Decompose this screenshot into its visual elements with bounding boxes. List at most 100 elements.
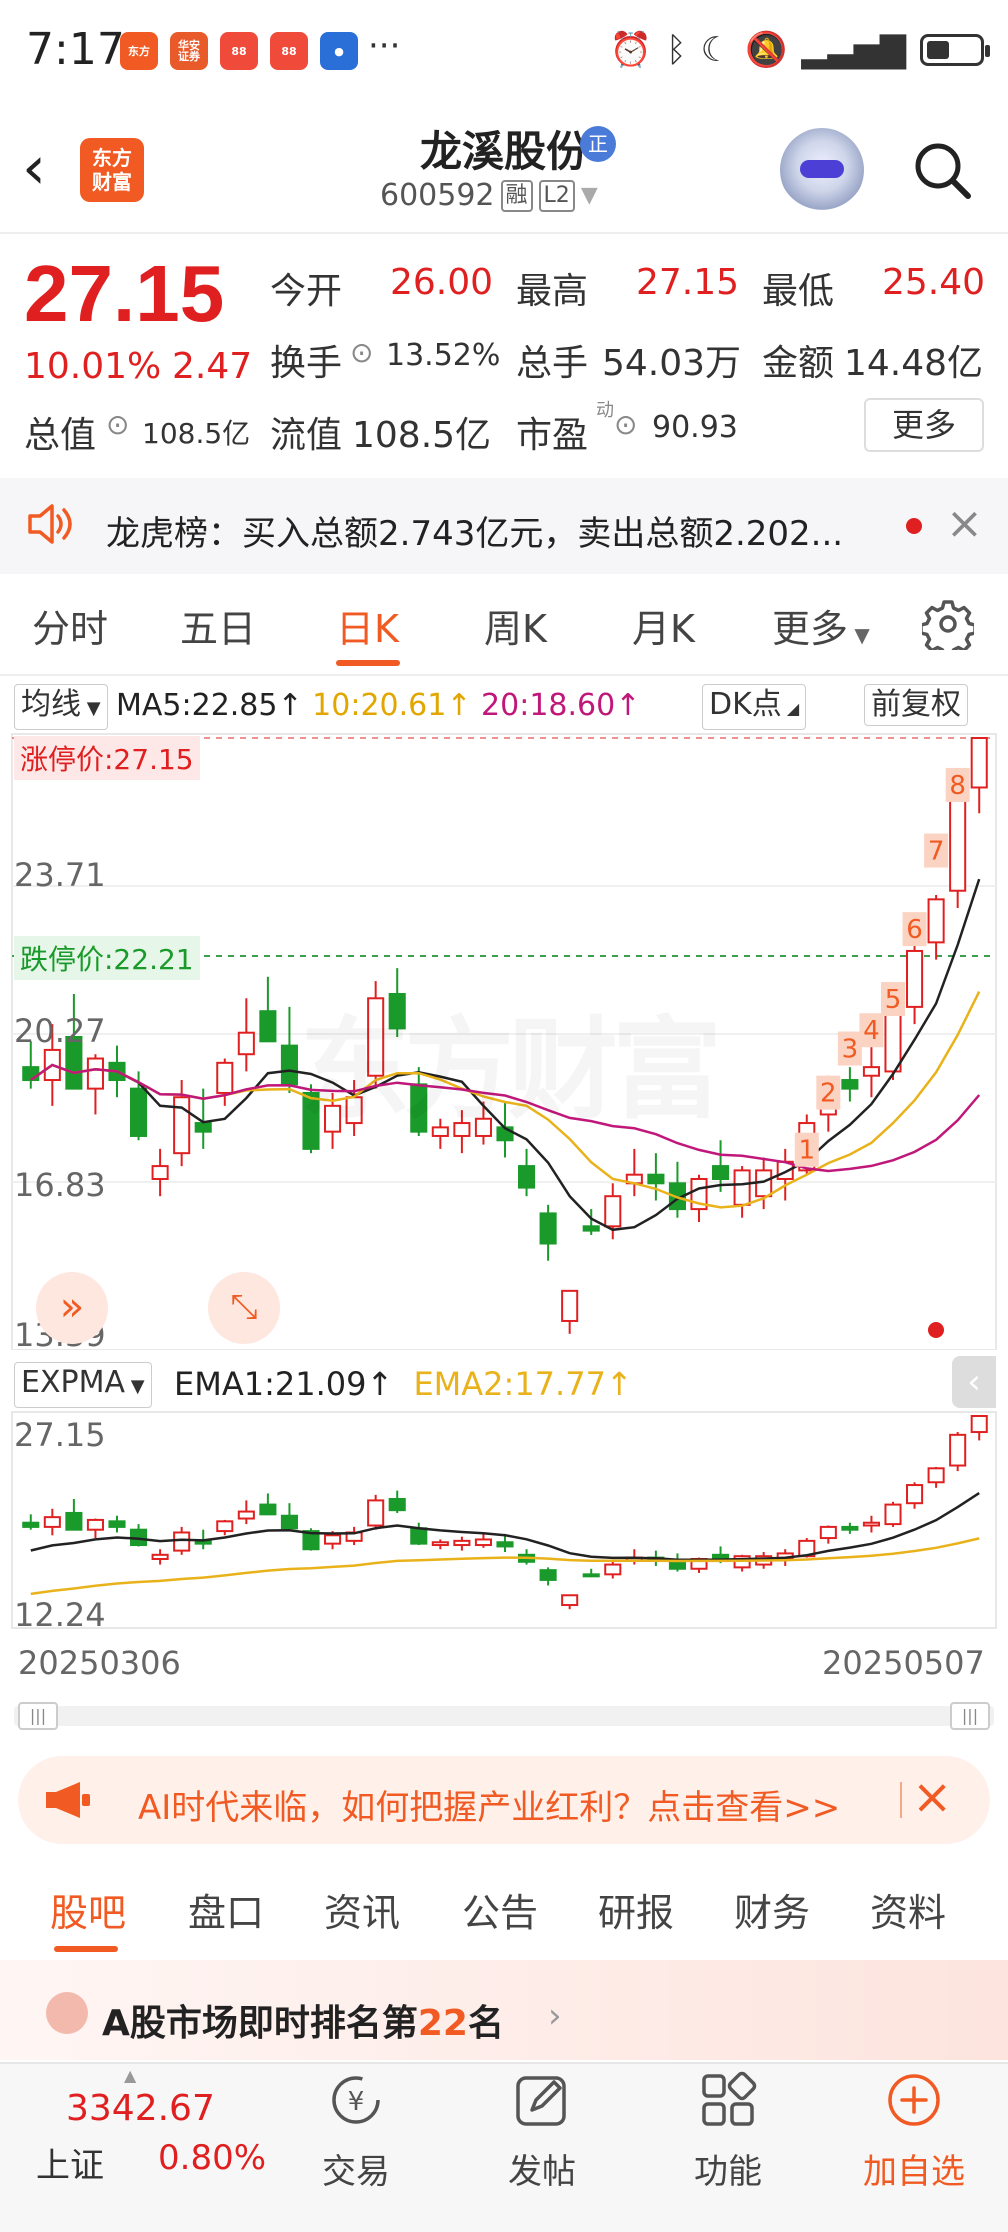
scroll-handle-right[interactable]: |||	[950, 1702, 990, 1730]
tab-finance[interactable]: 财务	[734, 1882, 810, 1937]
volume-label: 总手	[516, 343, 589, 384]
candle	[539, 1212, 557, 1245]
app-tonghuashun2-icon: 88	[270, 32, 308, 70]
tab-weekly-k[interactable]: 周K	[484, 598, 547, 653]
expand-left-icon[interactable]: »	[36, 1272, 108, 1344]
status-overflow: ···	[368, 26, 401, 66]
tab-five-day[interactable]: 五日	[180, 598, 256, 653]
candle	[474, 1538, 492, 1547]
candle	[86, 1518, 104, 1531]
divider	[0, 674, 1008, 676]
l2-tag: L2	[538, 179, 575, 212]
close-icon[interactable]: ×	[946, 500, 983, 548]
nav-trade[interactable]: 交易	[286, 2144, 426, 2193]
megaphone-icon	[46, 1782, 90, 1818]
assistant-robot-icon[interactable]	[780, 128, 864, 212]
dk-label: DK点	[709, 687, 782, 722]
turnover-value: 13.52%	[386, 338, 501, 373]
candle	[949, 795, 967, 892]
limit-up-label: 涨停价:27.15	[14, 736, 200, 780]
chevron-right-icon: ›	[548, 1996, 562, 2036]
svg-text:¥: ¥	[348, 2087, 365, 2117]
tab-pankou[interactable]: 盘口	[188, 1882, 264, 1937]
amount-value: 14.48亿	[844, 343, 984, 384]
ma-select-label: 均线	[21, 687, 81, 722]
expma-frame	[11, 1411, 997, 1629]
candle	[367, 1499, 385, 1527]
candle	[237, 1031, 255, 1056]
candle	[130, 1087, 148, 1137]
y-tick-3: 20.27	[14, 1012, 106, 1050]
search-icon[interactable]	[910, 138, 974, 202]
candle	[561, 1289, 579, 1322]
margin-tag: 融	[500, 179, 533, 212]
gear-icon[interactable]	[922, 598, 974, 650]
change-percent: 10.01%	[24, 346, 162, 387]
ma-select[interactable]: 均线 ▼	[14, 684, 108, 730]
candle	[216, 1061, 234, 1094]
mktcap-label: 总值	[24, 415, 97, 456]
add-watchlist-icon[interactable]	[884, 2070, 944, 2130]
tab-profile[interactable]: 资料	[870, 1882, 946, 1937]
tab-more-label: 更多	[772, 607, 849, 651]
candle	[22, 1521, 40, 1528]
ma-values: MA5:22.85↑ 10:20.61↑ 20:18.60↑	[116, 686, 640, 726]
candle	[582, 1225, 600, 1232]
candle	[453, 1539, 471, 1547]
candle	[862, 1066, 880, 1077]
status-time: 7:17	[26, 24, 125, 75]
ma20-value: 20:18.60↑	[481, 688, 641, 723]
more-button[interactable]: 更多	[864, 398, 984, 452]
candle	[237, 1510, 255, 1520]
post-icon[interactable]	[512, 2070, 572, 2130]
fullscreen-icon[interactable]: ⤡	[208, 1272, 280, 1344]
tab-guba[interactable]: 股吧	[50, 1882, 126, 1937]
open-value: 26.00	[390, 262, 494, 303]
candle	[970, 737, 988, 789]
functions-icon[interactable]	[698, 2070, 758, 2130]
dk-point-select[interactable]: DK点 ◢	[702, 684, 807, 730]
close-icon[interactable]: ×	[912, 1772, 952, 1822]
expma-select[interactable]: EXPMA ▼	[14, 1362, 152, 1408]
chevron-down-icon: ▼	[848, 623, 870, 647]
mute-icon: 🔕	[745, 30, 788, 70]
signal-marker-label: 5	[885, 985, 902, 1015]
scroll-handle-left[interactable]: |||	[18, 1702, 58, 1730]
app-eastmoney-icon: 东方	[120, 32, 158, 70]
adjust-select[interactable]: 前复权	[864, 684, 968, 726]
info-icon[interactable]: ⊙	[614, 408, 637, 441]
tab-more[interactable]: 更多 ▼	[772, 598, 870, 653]
app-other-icon: ●	[320, 32, 358, 70]
nav-add-watchlist[interactable]: 加自选	[844, 2144, 984, 2193]
tab-underline	[54, 1946, 118, 1952]
index-name[interactable]: 上证	[36, 2138, 104, 2187]
info-icon[interactable]: ⊙	[350, 336, 373, 369]
pe-dynamic-sup: 动	[596, 400, 614, 421]
expma-chart[interactable]	[0, 1410, 1008, 1630]
nav-post[interactable]: 发帖	[472, 2144, 612, 2193]
index-value[interactable]: 3342.67	[66, 2088, 215, 2129]
tab-announcement[interactable]: 公告	[462, 1882, 538, 1937]
app-huaan-icon: 华安 证券	[170, 32, 208, 70]
nav-functions[interactable]: 功能	[658, 2144, 798, 2193]
ema-values: EMA1:21.09↑ EMA2:17.77↑	[174, 1364, 633, 1404]
stock-code-row[interactable]: 600592 融 L2 ▼	[380, 178, 598, 213]
rank-suffix: 名	[467, 2003, 504, 2044]
signal-marker-label: 4	[863, 1016, 880, 1046]
tab-research[interactable]: 研报	[598, 1882, 674, 1937]
pe-label: 市盈	[516, 415, 589, 456]
tab-monthly-k[interactable]: 月K	[632, 598, 695, 653]
candle	[604, 1563, 622, 1576]
candle	[647, 1173, 665, 1185]
candle	[388, 1498, 406, 1512]
info-icon[interactable]: ⊙	[106, 408, 129, 441]
tab-news[interactable]: 资讯	[324, 1882, 400, 1937]
range-scroller[interactable]	[14, 1706, 994, 1726]
tab-intraday[interactable]: 分时	[32, 598, 108, 653]
ad-text: AI时代来临，如何把握产业红利？点击查看>>	[138, 1788, 841, 1828]
trade-icon[interactable]: ¥	[326, 2070, 386, 2130]
collapse-icon[interactable]: ‹	[952, 1356, 996, 1408]
tab-daily-k[interactable]: 日K	[336, 598, 399, 653]
ma5-value: MA5:22.85↑	[116, 688, 303, 723]
candle	[280, 1044, 298, 1086]
